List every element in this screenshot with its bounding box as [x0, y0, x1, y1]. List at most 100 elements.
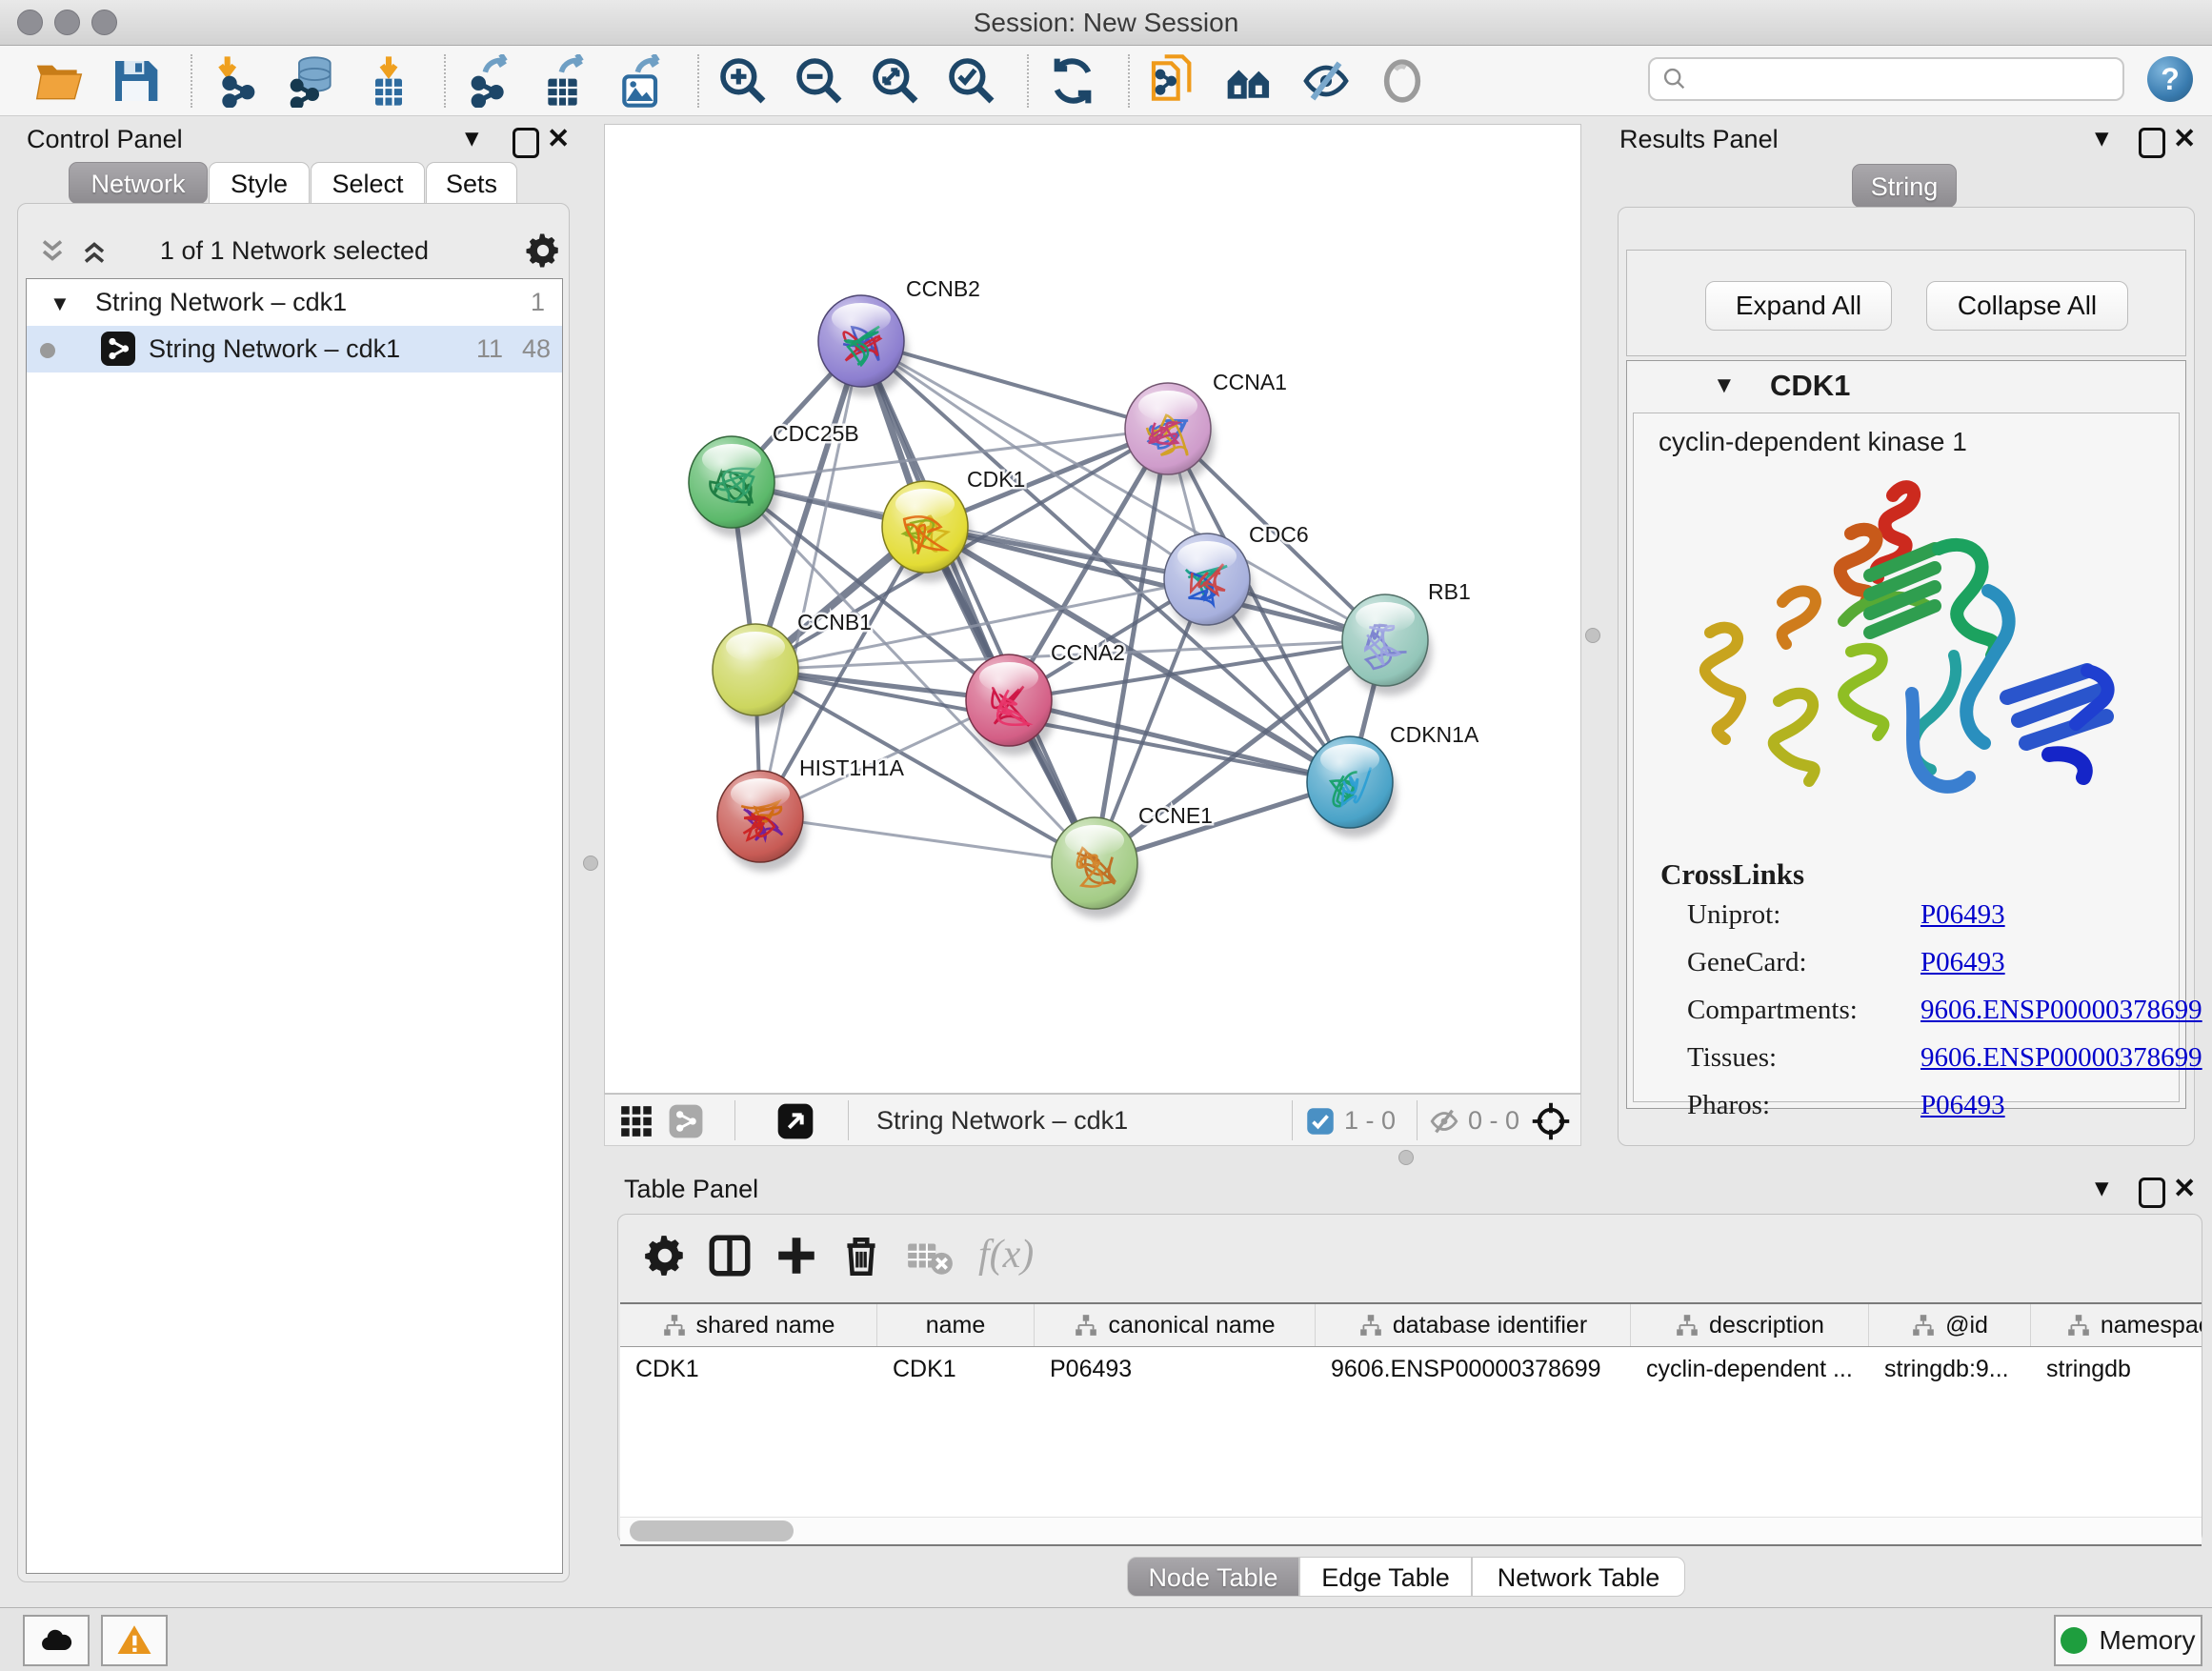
table-cell[interactable]: CDK1 — [877, 1347, 1035, 1391]
home-networks-icon[interactable] — [1223, 54, 1277, 108]
network-collection-row[interactable]: ▼ String Network – cdk1 1 — [27, 279, 562, 326]
refresh-layout-icon[interactable] — [1046, 54, 1099, 108]
node-CDKN1A[interactable] — [1307, 736, 1397, 837]
tab-style[interactable]: Style — [209, 162, 310, 204]
table-panel-float-button[interactable] — [2139, 1178, 2165, 1208]
search-text-field[interactable] — [1688, 64, 2122, 95]
crosslink-link[interactable]: 9606.ENSP00000378699 — [1920, 995, 2202, 1026]
import-database-icon[interactable] — [286, 54, 339, 108]
delete-column-trash-icon[interactable] — [837, 1232, 885, 1279]
expand-all-button[interactable]: Expand All — [1705, 281, 1892, 331]
gene-collapse-arrow-icon[interactable]: ▼ — [1713, 372, 1736, 399]
network-row-selected[interactable]: String Network – cdk1 11 48 — [27, 326, 562, 372]
column-header-@id[interactable]: @id — [1869, 1304, 2031, 1346]
results-panel-float-button[interactable] — [2139, 128, 2165, 158]
node-CDK1[interactable] — [882, 481, 972, 582]
zoom-selected-icon[interactable] — [945, 54, 998, 108]
node-CCNB2[interactable] — [818, 295, 908, 396]
table-empty-space — [620, 1391, 2202, 1517]
node-CCNA1[interactable] — [1125, 383, 1215, 484]
edge-CCNB2-CCNE1[interactable] — [861, 341, 1095, 863]
node-label-CCNA2: CCNA2 — [1051, 640, 1125, 665]
export-image-icon[interactable] — [615, 54, 669, 108]
collection-expand-arrow-icon[interactable]: ▼ — [50, 280, 70, 327]
help-button[interactable]: ? — [2147, 56, 2193, 102]
zoom-in-icon[interactable] — [716, 54, 770, 108]
cloud-button[interactable] — [23, 1615, 90, 1666]
left-splitter-handle[interactable] — [583, 856, 598, 871]
tab-sets[interactable]: Sets — [426, 162, 517, 204]
column-header-canonical-name[interactable]: canonical name — [1035, 1304, 1316, 1346]
tab-network[interactable]: Network — [69, 162, 208, 204]
import-network-icon[interactable] — [210, 54, 263, 108]
column-header-description[interactable]: description — [1631, 1304, 1869, 1346]
selected-checkbox-icon[interactable] — [1306, 1107, 1335, 1136]
control-panel-float-button[interactable] — [513, 128, 539, 158]
warnings-button[interactable] — [101, 1615, 168, 1666]
open-session-icon[interactable] — [32, 54, 86, 108]
edge-CCNB2-HIST1H1A[interactable] — [760, 341, 861, 816]
table-cell[interactable]: P06493 — [1035, 1347, 1316, 1391]
column-header-shared-name[interactable]: shared name — [620, 1304, 877, 1346]
node-CCNE1[interactable] — [1052, 817, 1141, 918]
fit-selected-crosshair-icon[interactable] — [1531, 1101, 1571, 1141]
import-table-icon[interactable] — [362, 54, 415, 108]
right-splitter-handle[interactable] — [1585, 628, 1600, 643]
hide-unhide-icon[interactable] — [1299, 54, 1353, 108]
results-panel-close-button[interactable]: ✕ — [2173, 125, 2196, 153]
grid-view-icon[interactable] — [618, 1103, 654, 1139]
crosslink-link[interactable]: P06493 — [1920, 1090, 2005, 1121]
gene-name: CDK1 — [1770, 369, 1850, 403]
table-cell[interactable]: stringdb:9... — [1869, 1347, 2031, 1391]
table-cell[interactable]: cyclin-dependent ... — [1631, 1347, 1869, 1391]
horizontal-scrollbar[interactable] — [620, 1517, 2202, 1544]
node-HIST1H1A[interactable] — [717, 771, 807, 872]
birdseye-view-icon[interactable] — [776, 1102, 814, 1140]
horizontal-scrollbar-thumb[interactable] — [630, 1520, 794, 1541]
zoom-fit-icon[interactable] — [869, 54, 922, 108]
tab-network-table[interactable]: Network Table — [1472, 1557, 1685, 1597]
tab-select[interactable]: Select — [311, 162, 425, 204]
table-cell[interactable]: CDK1 — [620, 1347, 877, 1391]
table-cell[interactable]: stringdb — [2031, 1347, 2202, 1391]
table-panel-close-button[interactable]: ✕ — [2173, 1175, 2196, 1203]
zoom-out-icon[interactable] — [793, 54, 846, 108]
table-panel-menu-button[interactable]: ▾ — [2095, 1174, 2109, 1202]
results-panel-menu-button[interactable]: ▾ — [2095, 124, 2109, 152]
column-header-database-identifier[interactable]: database identifier — [1316, 1304, 1631, 1346]
hierarchy-icon — [662, 1313, 687, 1338]
collapse-all-button[interactable]: Collapse All — [1926, 281, 2128, 331]
node-CDC25B[interactable] — [689, 436, 778, 537]
network-view-share-icon[interactable] — [668, 1103, 704, 1139]
search-input[interactable] — [1648, 57, 2124, 101]
node-CDC6[interactable] — [1164, 534, 1254, 634]
control-panel-close-button[interactable]: ✕ — [547, 125, 570, 153]
clone-network-icon[interactable] — [1147, 54, 1200, 108]
network-graph[interactable]: CCNB2CCNA1CDC25BCDK1CDC6RB1CCNB1CCNA2CDK… — [605, 125, 1580, 1093]
table-cell[interactable]: 9606.ENSP00000378699 — [1316, 1347, 1631, 1391]
edge-HIST1H1A-CCNE1[interactable] — [760, 816, 1095, 863]
crosslink-link[interactable]: P06493 — [1920, 899, 2005, 931]
add-column-icon[interactable] — [773, 1232, 820, 1279]
bottom-splitter-handle[interactable] — [1398, 1150, 1414, 1165]
tab-edge-table[interactable]: Edge Table — [1299, 1557, 1472, 1597]
table-row[interactable]: CDK1CDK1P064939606.ENSP00000378699cyclin… — [620, 1347, 2202, 1391]
table-settings-gear-icon[interactable] — [641, 1232, 689, 1279]
show-columns-icon[interactable] — [706, 1232, 754, 1279]
column-header-namespace[interactable]: namespace — [2031, 1304, 2202, 1346]
save-session-icon[interactable] — [109, 54, 162, 108]
tab-string-results[interactable]: String — [1852, 164, 1957, 208]
export-table-icon[interactable] — [539, 54, 593, 108]
crosslink-link[interactable]: 9606.ENSP00000378699 — [1920, 1042, 2202, 1074]
gear-icon[interactable] — [523, 231, 563, 271]
network-canvas[interactable]: CCNB2CCNA1CDC25BCDK1CDC6RB1CCNB1CCNA2CDK… — [604, 124, 1581, 1094]
memory-button[interactable]: Memory — [2054, 1615, 2202, 1666]
node-table: shared namenamecanonical namedatabase id… — [620, 1302, 2202, 1546]
column-header-name[interactable]: name — [877, 1304, 1035, 1346]
tab-node-table[interactable]: Node Table — [1127, 1557, 1299, 1597]
control-panel-menu-button[interactable]: ▾ — [465, 124, 479, 152]
node-RB1[interactable] — [1342, 594, 1432, 695]
crosslink-link[interactable]: P06493 — [1920, 947, 2005, 978]
network-row-label: String Network – cdk1 — [149, 326, 400, 372]
export-network-icon[interactable] — [463, 54, 516, 108]
